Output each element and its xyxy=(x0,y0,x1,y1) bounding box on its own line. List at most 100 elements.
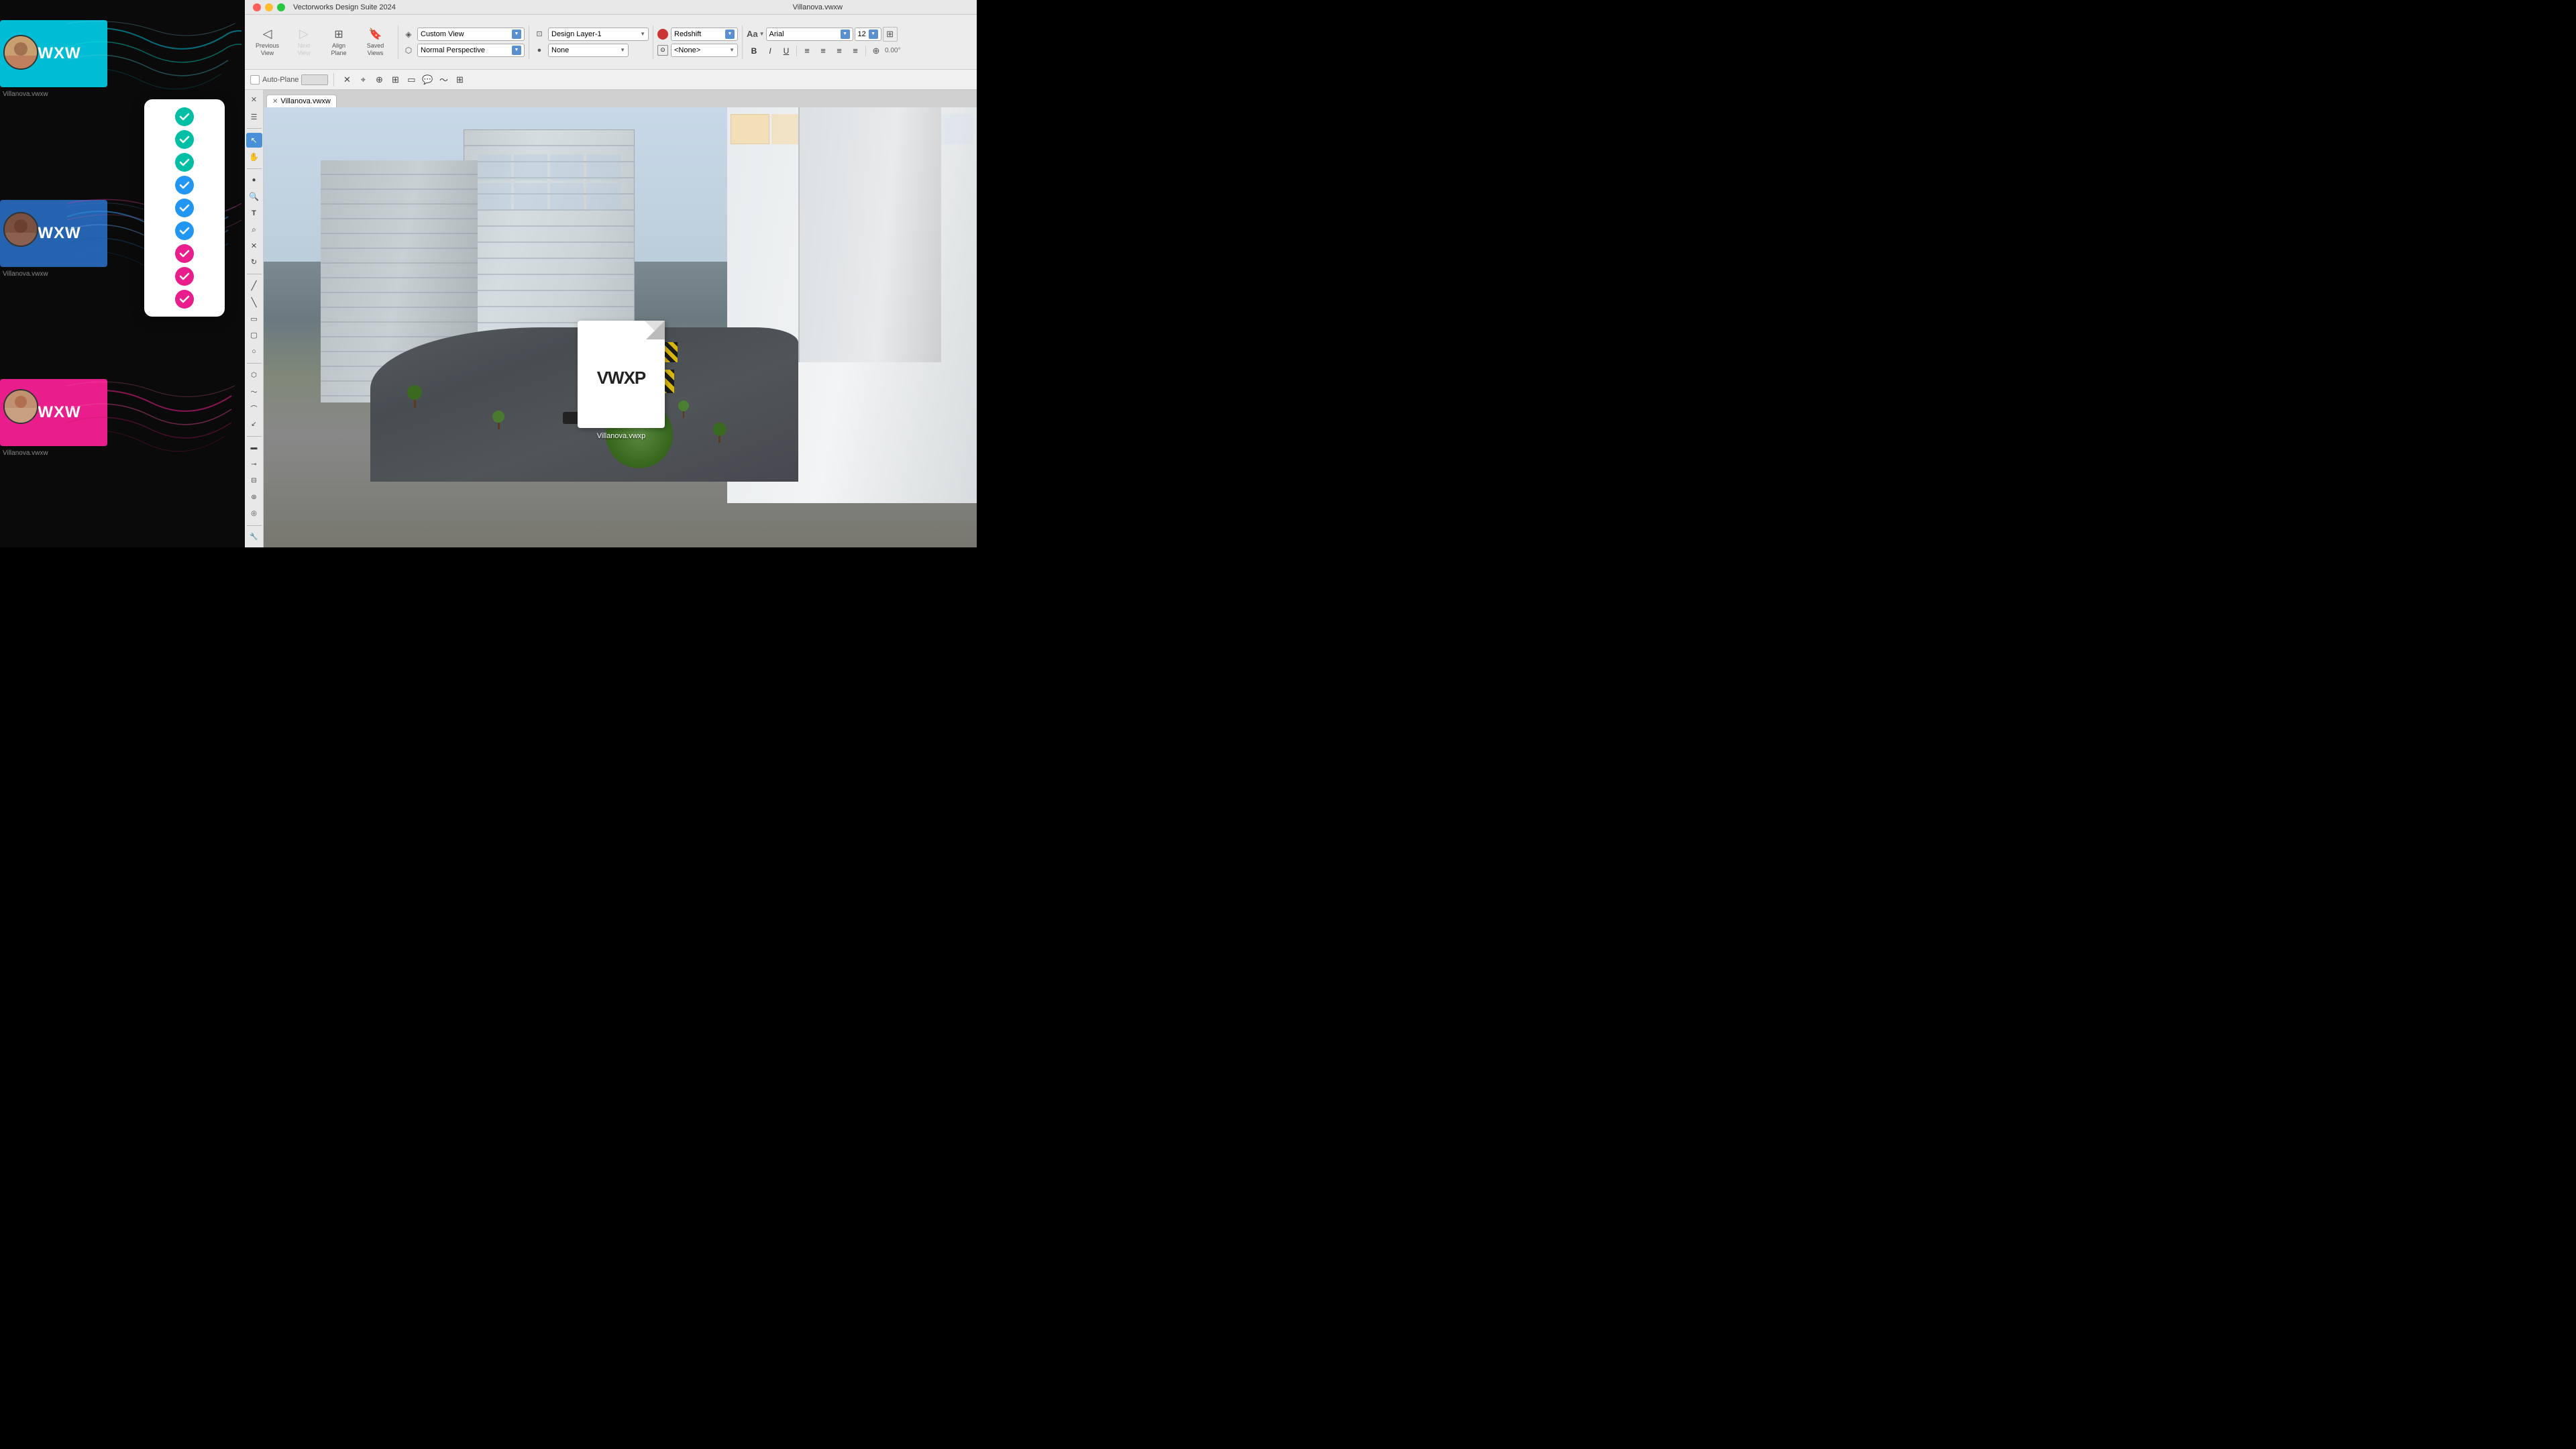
saved-views-label: SavedViews xyxy=(367,42,384,57)
redshift-dropdown[interactable]: Redshift ▼ xyxy=(671,28,738,41)
extra-fmt-button[interactable]: ⊕ xyxy=(869,44,883,58)
anchor-tool[interactable]: ⌖ xyxy=(356,72,370,87)
view-3d-tool[interactable]: ● xyxy=(246,173,262,188)
none-dropdown[interactable]: <None> ▼ xyxy=(671,44,738,57)
pan-tool[interactable]: ✋ xyxy=(246,149,262,164)
sidebar-close[interactable]: ✕ xyxy=(247,93,262,107)
justify-button[interactable]: ≡ xyxy=(848,44,863,58)
auto-plane-checkbox[interactable] xyxy=(250,75,260,85)
align-plane-button[interactable]: ⊞ AlignPlane xyxy=(322,25,356,60)
zoom-tool[interactable]: 🔍 xyxy=(246,189,262,204)
speech-tool[interactable]: 💬 xyxy=(420,72,435,87)
wall-tool[interactable]: ▬ xyxy=(246,441,262,455)
tree-3 xyxy=(712,423,727,451)
tree-trunk-2 xyxy=(498,423,500,429)
line-tool[interactable]: ╱ xyxy=(246,278,262,293)
previous-view-button[interactable]: ◁ PreviousView xyxy=(249,24,286,60)
align-left-button[interactable]: ≡ xyxy=(800,44,814,58)
tree-1 xyxy=(407,385,423,415)
minimize-button[interactable] xyxy=(265,3,273,11)
tool-sep-6 xyxy=(247,525,262,526)
crosshair-tool[interactable]: ✕ xyxy=(339,72,354,87)
mw xyxy=(478,183,511,209)
select-tool[interactable]: ↖ xyxy=(246,133,262,148)
stamp-tool[interactable]: 🔧 xyxy=(246,530,262,545)
next-view-button[interactable]: ▷ NextView xyxy=(287,24,321,60)
delete-tool[interactable]: ✕ xyxy=(246,238,262,253)
underline-button[interactable]: U xyxy=(779,44,794,58)
arc-tool[interactable]: ╲ xyxy=(246,295,262,310)
tool-sep-5 xyxy=(247,436,262,437)
text-tool[interactable]: T xyxy=(246,206,262,221)
mw xyxy=(550,183,584,209)
view-icon: ◈ xyxy=(402,28,415,40)
previous-view-icon: ◁ xyxy=(263,27,272,41)
card-filename-blue: Villanova.vwxw xyxy=(3,270,48,278)
canvas-area[interactable]: ✕ Villanova.vwxw xyxy=(264,90,977,547)
custom-view-dropdown[interactable]: Custom View ▼ xyxy=(417,28,525,41)
check-icon-2 xyxy=(179,134,190,145)
array-tool[interactable]: ⊞ xyxy=(452,72,467,87)
check-circle-6 xyxy=(175,221,194,240)
check-icon-7 xyxy=(179,248,190,259)
normal-perspective-dropdown[interactable]: Normal Perspective ▼ xyxy=(417,44,525,57)
menu-icon[interactable]: ☰ xyxy=(247,111,262,125)
perspective-row: ⬡ Normal Perspective ▼ xyxy=(402,44,525,57)
hatch-tool[interactable]: ⊟ xyxy=(246,473,262,488)
redshift-value: Redshift xyxy=(674,30,724,38)
tab-close-icon[interactable]: ✕ xyxy=(272,98,278,105)
grid-icon-btn[interactable]: ⊞ xyxy=(883,27,898,42)
search-tool[interactable]: ⌕ xyxy=(246,222,262,237)
design-layer-row: ⊡ Design Layer-1 ▼ xyxy=(533,28,649,41)
previous-view-label: PreviousView xyxy=(256,42,279,57)
font-size-dropdown[interactable]: 12 ▼ xyxy=(855,28,881,41)
check-item-9 xyxy=(150,290,219,309)
transform-tool[interactable]: ⊞ xyxy=(388,72,402,87)
checklist-panel xyxy=(144,99,225,317)
bezier-tool[interactable]: 〜 xyxy=(246,384,262,399)
check-circle-5 xyxy=(175,199,194,217)
mw xyxy=(514,183,547,209)
font-family-dropdown[interactable]: Arial ▼ xyxy=(766,28,853,41)
rotate-tool[interactable]: ↻ xyxy=(246,255,262,270)
spline-tool[interactable]: ⌒ xyxy=(246,400,262,415)
design-layer-dropdown[interactable]: Design Layer-1 ▼ xyxy=(548,28,649,41)
bold-button[interactable]: B xyxy=(747,44,761,58)
tag-tool[interactable]: ⊛ xyxy=(246,490,262,504)
circle-draw-tool[interactable]: ○ xyxy=(246,344,262,359)
saved-views-button[interactable]: 🔖 SavedViews xyxy=(357,25,394,60)
rect-tool[interactable]: ▭ xyxy=(404,72,419,87)
maximize-button[interactable] xyxy=(277,3,285,11)
polygon-tool[interactable]: ⬡ xyxy=(246,368,262,382)
italic-button[interactable]: I xyxy=(763,44,777,58)
rect-draw-tool[interactable]: ▭ xyxy=(246,311,262,326)
tree-2 xyxy=(492,411,505,437)
vwxp-file-icon[interactable]: VWXP xyxy=(578,321,665,428)
check-item-6 xyxy=(150,221,219,240)
text-area: Aa ▼ Arial ▼ 12 ▼ ⊞ B xyxy=(747,27,900,58)
close-button[interactable] xyxy=(253,3,261,11)
node-tool[interactable]: ⊕ xyxy=(372,72,386,87)
render-mode-dropdown[interactable]: None ▼ xyxy=(548,44,629,57)
design-layer-value: Design Layer-1 xyxy=(551,30,639,38)
canvas-tab-bar: ✕ Villanova.vwxw xyxy=(264,90,977,107)
auto-plane-area[interactable]: Auto-Plane xyxy=(250,75,299,85)
dim-tool[interactable]: ⊸ xyxy=(246,457,262,472)
tool-sep-4 xyxy=(247,363,262,364)
align-center-button[interactable]: ≡ xyxy=(816,44,830,58)
auto-plane-toggle[interactable] xyxy=(301,74,328,85)
align-right-button[interactable]: ≡ xyxy=(832,44,847,58)
content-area: ✕ ☰ ↖ ✋ ● 🔍 T ⌕ ✕ ↻ ╱ ╲ ▭ ▢ ○ xyxy=(245,90,977,547)
check-icon-1 xyxy=(179,111,190,122)
curve-tool[interactable]: 〜 xyxy=(436,72,451,87)
file-overlay[interactable]: VWXP Villanova.vwxp xyxy=(574,321,668,440)
check-circle-3 xyxy=(175,153,194,172)
circle2-tool[interactable]: ◎ xyxy=(246,506,262,521)
redshift-icon xyxy=(657,29,668,40)
file-tab[interactable]: ✕ Villanova.vwxw xyxy=(266,95,337,107)
freehand-tool[interactable]: ↙ xyxy=(246,417,262,431)
avatar-3 xyxy=(3,389,38,424)
tree-trunk-1 xyxy=(414,400,416,408)
square-draw-tool[interactable]: ▢ xyxy=(246,327,262,342)
tools-sidebar: ✕ ☰ ↖ ✋ ● 🔍 T ⌕ ✕ ↻ ╱ ╲ ▭ ▢ ○ xyxy=(245,90,264,547)
